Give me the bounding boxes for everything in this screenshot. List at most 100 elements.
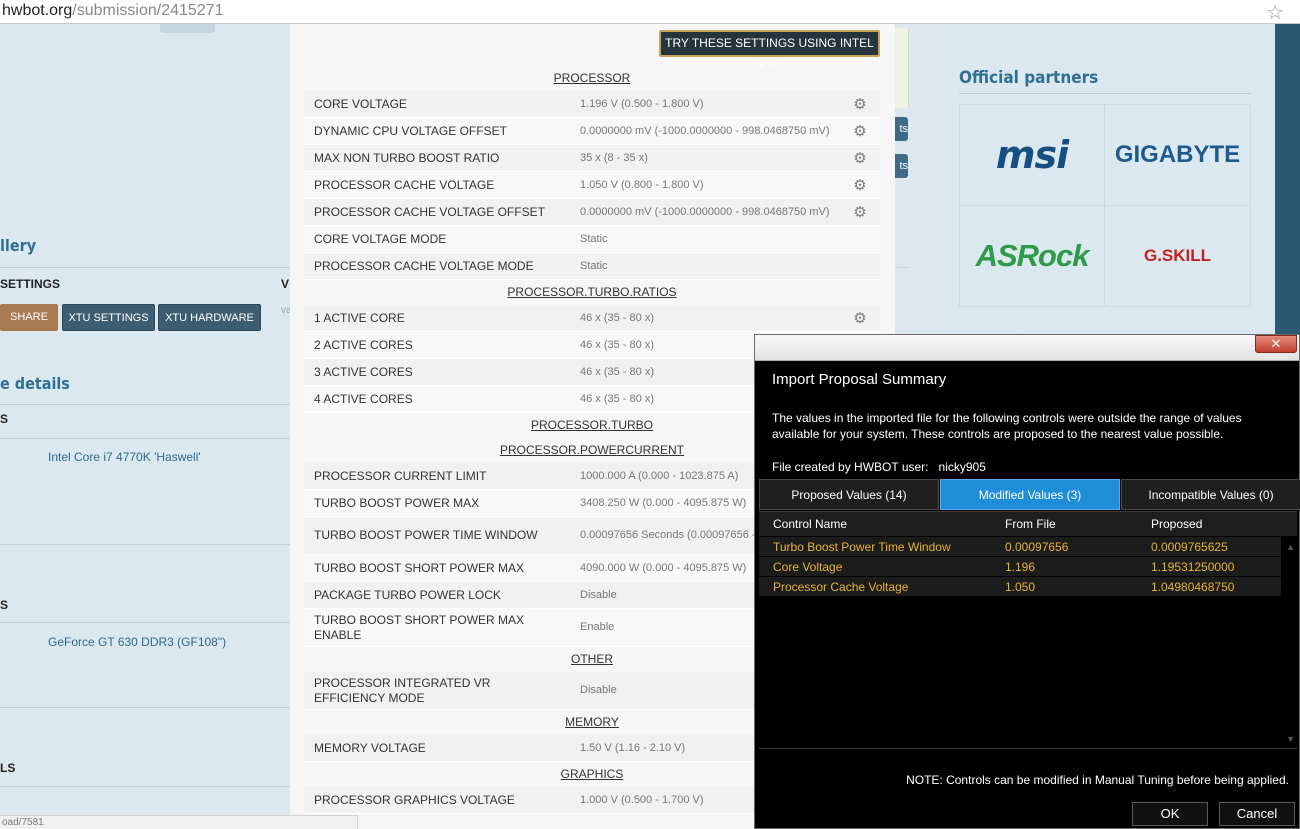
setting-row: CORE VOLTAGE 1.196 V (0.500 - 1.800 V) ⚙: [304, 91, 880, 118]
table-row[interactable]: Processor Cache Voltage 1.050 1.0498046875…: [759, 577, 1281, 597]
tab-modified-values[interactable]: Modified Values (3): [940, 479, 1120, 510]
ok-button[interactable]: OK: [1132, 802, 1208, 826]
setting-name: TURBO BOOST POWER MAX: [314, 495, 480, 510]
import-proposal-dialog: ✕ Import Proposal Summary The values in …: [754, 334, 1300, 829]
setting-name: CORE VOLTAGE: [314, 96, 407, 111]
scroll-up-icon[interactable]: ▲: [1286, 542, 1295, 552]
setting-name: TURBO BOOST SHORT POWER MAX: [314, 560, 525, 575]
setting-row: PROCESSOR CACHE VOLTAGE MODE Static: [304, 253, 880, 280]
setting-name: TURBO BOOST SHORT POWER MAX ENABLE: [314, 612, 525, 642]
gear-icon[interactable]: ⚙: [852, 151, 868, 167]
setting-name: PROCESSOR CACHE VOLTAGE: [314, 177, 495, 192]
setting-value: 0.0000000 mV (-1000.0000000 - 998.046875…: [580, 124, 830, 137]
setting-name: 2 ACTIVE CORES: [314, 337, 413, 352]
try-xtu-button[interactable]: TRY THESE SETTINGS USING INTEL XTU: [659, 30, 880, 73]
setting-name: PROCESSOR INTEGRATED VR EFFICIENCY MODE: [314, 675, 491, 705]
asrock-logo[interactable]: ASRock: [959, 206, 1105, 307]
msi-logo-text: msi: [995, 133, 1069, 177]
created-by: File created by HWBOT user: nicky905: [772, 460, 986, 474]
setting-value: 46 x (35 - 80 x): [580, 311, 654, 324]
table-row[interactable]: Turbo Boost Power Time Window 0.00097656 0…: [759, 537, 1281, 557]
gear-icon[interactable]: ⚙: [852, 178, 868, 194]
gear-icon[interactable]: ⚙: [852, 97, 868, 113]
cell-name: Turbo Boost Power Time Window: [773, 540, 951, 554]
url-host: hwbot.org: [2, 2, 73, 19]
column-header: From File: [1005, 517, 1056, 531]
setting-value: Static: [580, 259, 608, 272]
divider: [0, 786, 290, 787]
xtu-settings-button[interactable]: XTU SETTINGS: [62, 304, 155, 331]
cell-from: 0.00097656: [1005, 540, 1069, 554]
setting-name: PROCESSOR GRAPHICS VOLTAGE: [314, 792, 515, 807]
setting-name: PACKAGE TURBO POWER LOCK: [314, 587, 501, 602]
gskill-logo-text: G.SKILL: [1143, 246, 1212, 265]
setting-name: 3 ACTIVE CORES: [314, 364, 413, 379]
tab-proposed-values[interactable]: Proposed Values (14): [759, 479, 939, 510]
cell-from: 1.050: [1005, 580, 1036, 594]
created-user: nicky905: [938, 460, 986, 474]
dialog-note: NOTE: Controls can be modified in Manual…: [906, 773, 1289, 787]
setting-row: MAX NON TURBO BOOST RATIO 35 x (8 - 35 x)…: [304, 145, 880, 172]
divider: [0, 404, 290, 405]
setting-row: PROCESSOR CACHE VOLTAGE OFFSET 0.0000000 …: [304, 199, 880, 226]
cell-proposed: 1.19531250000: [1151, 560, 1235, 574]
gpu-link[interactable]: GeForce GT 630 DDR3 (GF108"): [48, 635, 226, 649]
setting-row: DYNAMIC CPU VOLTAGE OFFSET 0.0000000 mV (…: [304, 118, 880, 145]
setting-name: MEMORY VOLTAGE: [314, 740, 426, 755]
modified-values-table: Control Name From File Proposed Turbo Bo…: [759, 511, 1297, 749]
gear-icon[interactable]: ⚙: [852, 205, 868, 221]
table-row[interactable]: Core Voltage 1.196 1.19531250000: [759, 557, 1281, 577]
partial-button[interactable]: ts: [895, 154, 908, 178]
section-label: S: [0, 598, 9, 612]
divider: [0, 544, 290, 545]
setting-value: 1.196 V (0.500 - 1.800 V): [580, 97, 704, 110]
partial-button[interactable]: ts: [895, 117, 908, 141]
settings-small-text: va: [281, 305, 290, 316]
cancel-button[interactable]: Cancel: [1219, 802, 1295, 826]
setting-name: PROCESSOR CACHE VOLTAGE OFFSET: [314, 204, 545, 219]
setting-name: 4 ACTIVE CORES: [314, 391, 413, 406]
setting-name: MAX NON TURBO BOOST RATIO: [314, 150, 500, 165]
bookmark-star-icon[interactable]: ☆: [1266, 0, 1284, 25]
settings-suffix: V: [281, 277, 290, 291]
tab-stub[interactable]: [160, 24, 215, 33]
divider: [895, 267, 909, 268]
settings-heading: SETTINGS: [0, 277, 61, 291]
setting-row: 1 ACTIVE CORE 46 x (35 - 80 x) ⚙: [304, 305, 880, 332]
scroll-down-icon[interactable]: ▼: [1286, 734, 1295, 744]
setting-name: DYNAMIC CPU VOLTAGE OFFSET: [314, 123, 507, 138]
section-label: S: [0, 412, 9, 426]
address-bar[interactable]: hwbot.org/submission/2415271 ☆: [0, 0, 1300, 24]
gigabyte-logo[interactable]: GIGABYTE: [1105, 105, 1251, 206]
setting-row: CORE VOLTAGE MODE Static: [304, 226, 880, 253]
close-icon[interactable]: ✕: [1255, 335, 1297, 353]
section-label: LS: [0, 761, 16, 775]
table-header: Control Name From File Proposed: [759, 512, 1297, 536]
setting-name: 1 ACTIVE CORE: [314, 310, 405, 325]
section-header: PROCESSOR.TURBO.RATIOS: [304, 280, 880, 305]
setting-name: TURBO BOOST POWER TIME WINDOW: [314, 528, 538, 542]
cell-name: Core Voltage: [773, 560, 843, 574]
tab-incompatible-values[interactable]: Incompatible Values (0): [1121, 479, 1300, 510]
msi-logo[interactable]: msi: [959, 105, 1105, 206]
divider: [0, 438, 290, 439]
column-header: Proposed: [1151, 517, 1203, 531]
gear-icon[interactable]: ⚙: [852, 311, 868, 327]
url-path: /submission/2415271: [72, 2, 224, 19]
gear-icon[interactable]: ⚙: [852, 124, 868, 140]
gskill-logo[interactable]: G.SKILL: [1105, 206, 1251, 307]
xtu-hardware-button[interactable]: XTU HARDWARE: [158, 304, 261, 331]
setting-row: PROCESSOR CACHE VOLTAGE 1.050 V (0.800 - …: [304, 172, 880, 199]
cpu-link[interactable]: Intel Core i7 4770K 'Haswell': [48, 450, 201, 464]
cell-proposed: 0.0009765625: [1151, 540, 1228, 554]
dialog-titlebar[interactable]: ✕: [755, 335, 1299, 361]
column-header: Control Name: [773, 517, 848, 531]
share-button[interactable]: SHARE: [0, 304, 58, 331]
left-sidebar: llery SETTINGS V SHARE XTU SETTINGS XTU …: [0, 24, 290, 829]
partners-title: Official partners: [959, 68, 1099, 88]
dialog-title: Import Proposal Summary: [772, 371, 947, 388]
url-text[interactable]: hwbot.org/submission/2415271: [2, 2, 223, 20]
asrock-logo-text: ASRock: [975, 238, 1090, 273]
setting-name: CORE VOLTAGE MODE: [314, 231, 447, 246]
gigabyte-logo-text: GIGABYTE: [1114, 141, 1241, 168]
